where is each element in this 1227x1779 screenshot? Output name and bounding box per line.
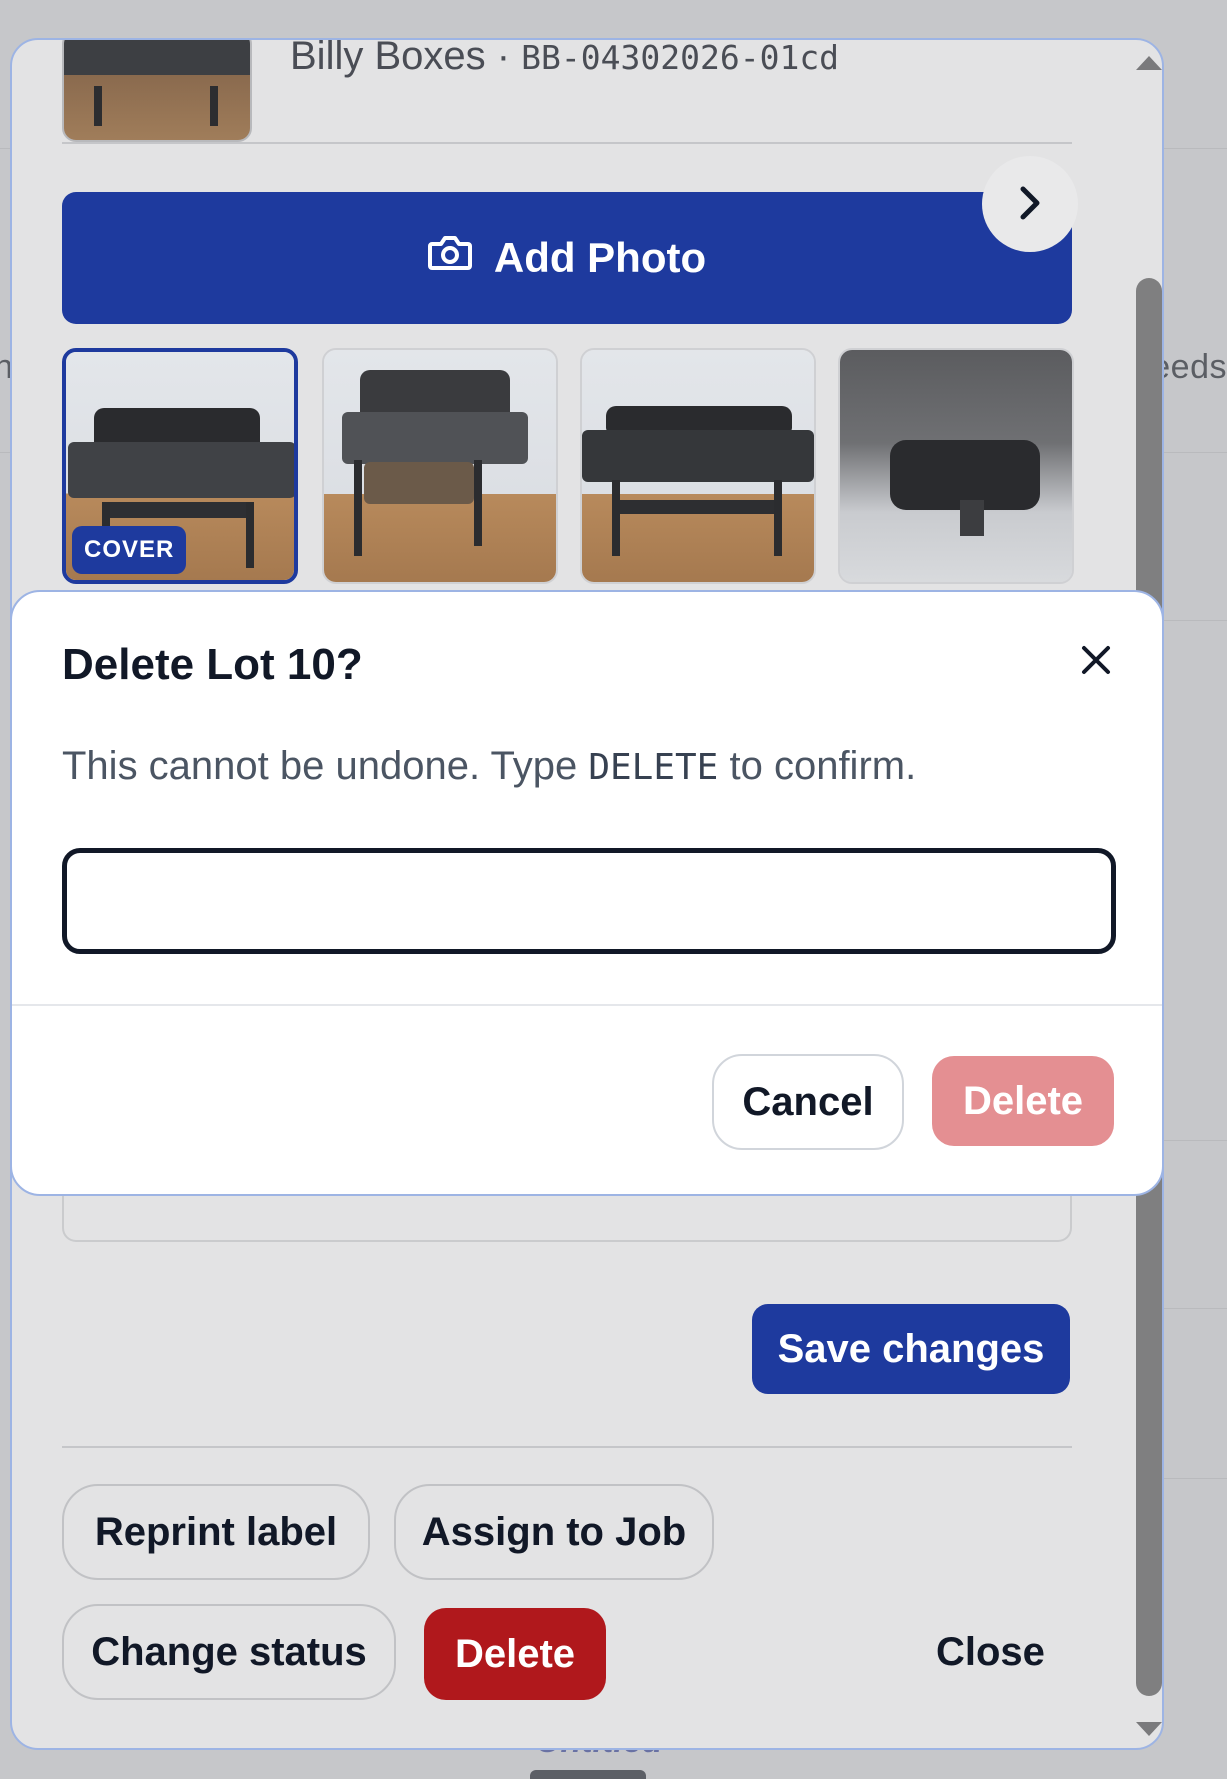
confirm-delete-button[interactable]: Delete [932, 1056, 1114, 1146]
background-row [1157, 1140, 1227, 1308]
photo-thumbnail[interactable] [322, 348, 558, 584]
reprint-label-button[interactable]: Reprint label [62, 1484, 370, 1580]
background-row [1157, 452, 1227, 620]
dialog-message-start: This cannot be undone. Type [62, 744, 589, 788]
divider [62, 142, 1072, 144]
photo-thumbnail[interactable]: COVER [62, 348, 298, 584]
background-handle [530, 1770, 646, 1779]
photo-detail [68, 442, 294, 498]
chevron-right-icon [1015, 183, 1045, 226]
seller-name: Billy Boxes [290, 38, 486, 78]
change-status-button[interactable]: Change status [62, 1604, 396, 1700]
camera-icon [427, 234, 472, 282]
photo-detail [360, 370, 510, 418]
confirm-delete-input[interactable] [62, 848, 1116, 954]
add-photo-label: Add Photo [493, 234, 707, 281]
photo-detail [606, 406, 792, 432]
scroll-down-arrow-icon[interactable] [1136, 1722, 1162, 1736]
photo-detail [364, 462, 474, 504]
separator: · [485, 38, 522, 78]
photo-detail [582, 430, 814, 482]
close-icon [1074, 646, 1118, 685]
dialog-divider [12, 1004, 1162, 1006]
photo-detail [612, 500, 782, 514]
lot-subtitle: Billy Boxes · BB-04302026-01cd [290, 38, 840, 79]
photo-strip: COVER [62, 348, 1074, 588]
photo-detail [246, 502, 254, 568]
lot-thumbnail[interactable] [62, 40, 252, 142]
background-row [1157, 1478, 1227, 1646]
photo-detail [102, 502, 252, 518]
photo-detail [774, 480, 782, 556]
photo-thumbnail[interactable] [838, 348, 1074, 584]
background-row [1157, 1308, 1227, 1476]
lot-code: BB-04302026-01cd [521, 38, 840, 77]
dialog-title: Delete Lot 10? [62, 640, 363, 689]
lot-header: Billy Boxes · BB-04302026-01cd [62, 40, 1072, 144]
confirm-keyword: DELETE [588, 747, 719, 788]
dialog-message: This cannot be undone. Type DELETE to co… [62, 744, 916, 789]
photo-detail [354, 460, 362, 556]
background-row [1157, 620, 1227, 788]
next-photo-button[interactable] [982, 156, 1078, 252]
divider [62, 1446, 1072, 1448]
dialog-close-button[interactable] [1074, 638, 1118, 682]
add-photo-button[interactable]: Add Photo [62, 192, 1072, 324]
delete-confirm-dialog: Delete Lot 10? This cannot be undone. Ty… [10, 590, 1164, 1196]
save-changes-button[interactable]: Save changes [752, 1304, 1070, 1394]
close-button[interactable]: Close [936, 1630, 1045, 1675]
scroll-up-arrow-icon[interactable] [1136, 56, 1162, 70]
assign-to-job-button[interactable]: Assign to Job [394, 1484, 714, 1580]
delete-lot-button[interactable]: Delete [424, 1608, 606, 1700]
photo-detail [474, 460, 482, 546]
cancel-button[interactable]: Cancel [712, 1054, 904, 1150]
thumbnail-detail [210, 86, 218, 126]
photo-detail [342, 412, 528, 464]
dialog-message-end: to confirm. [718, 744, 917, 788]
thumbnail-detail [94, 86, 102, 126]
background-row [1157, 148, 1227, 316]
photo-thumbnail[interactable] [580, 348, 816, 584]
photo-detail [612, 480, 620, 556]
cover-badge: COVER [72, 526, 187, 574]
photo-detail [960, 500, 984, 536]
